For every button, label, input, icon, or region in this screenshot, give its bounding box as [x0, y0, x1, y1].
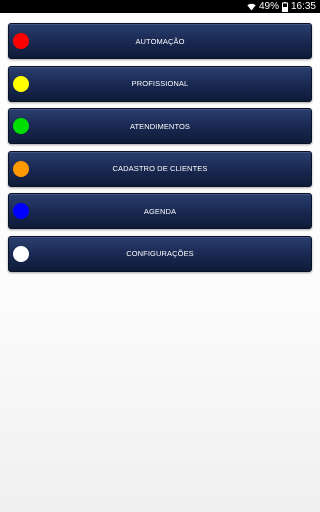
status-time: 16:35 [290, 1, 316, 12]
menu-item-automacao[interactable]: AUTOMAÇÃO [8, 23, 312, 59]
battery-percent: 49% [258, 1, 279, 12]
menu-item-label: AUTOMAÇÃO [135, 36, 185, 46]
menu-item-configuracoes[interactable]: CONFIGURAÇÕES [8, 235, 312, 272]
menu-item-label: ATENDIMENTOS [129, 121, 191, 131]
menu-item-label: AGENDA [143, 206, 177, 216]
menu-item-agenda[interactable]: AGENDA [8, 193, 312, 229]
menu-item-cadastro-de-clientes[interactable]: CADASTRO DE CLIENTES [8, 150, 312, 187]
menu-item-label: PROFISSIONAL [131, 79, 189, 88]
status-indicators: 49% 16:35 [247, 0, 316, 13]
menu-item-label: CADASTRO DE CLIENTES [112, 164, 208, 173]
main-menu: AUTOMAÇÃO PROFISSIONAL ATENDIMENTOS CADA… [8, 23, 312, 278]
wifi-icon [247, 3, 256, 11]
menu-item-profissional[interactable]: PROFISSIONAL [8, 65, 312, 102]
menu-item-label: CONFIGURAÇÕES [126, 249, 194, 258]
status-bar: 49% 16:35 [0, 0, 320, 13]
battery-icon [281, 1, 288, 12]
menu-item-atendimentos[interactable]: ATENDIMENTOS [8, 108, 312, 144]
